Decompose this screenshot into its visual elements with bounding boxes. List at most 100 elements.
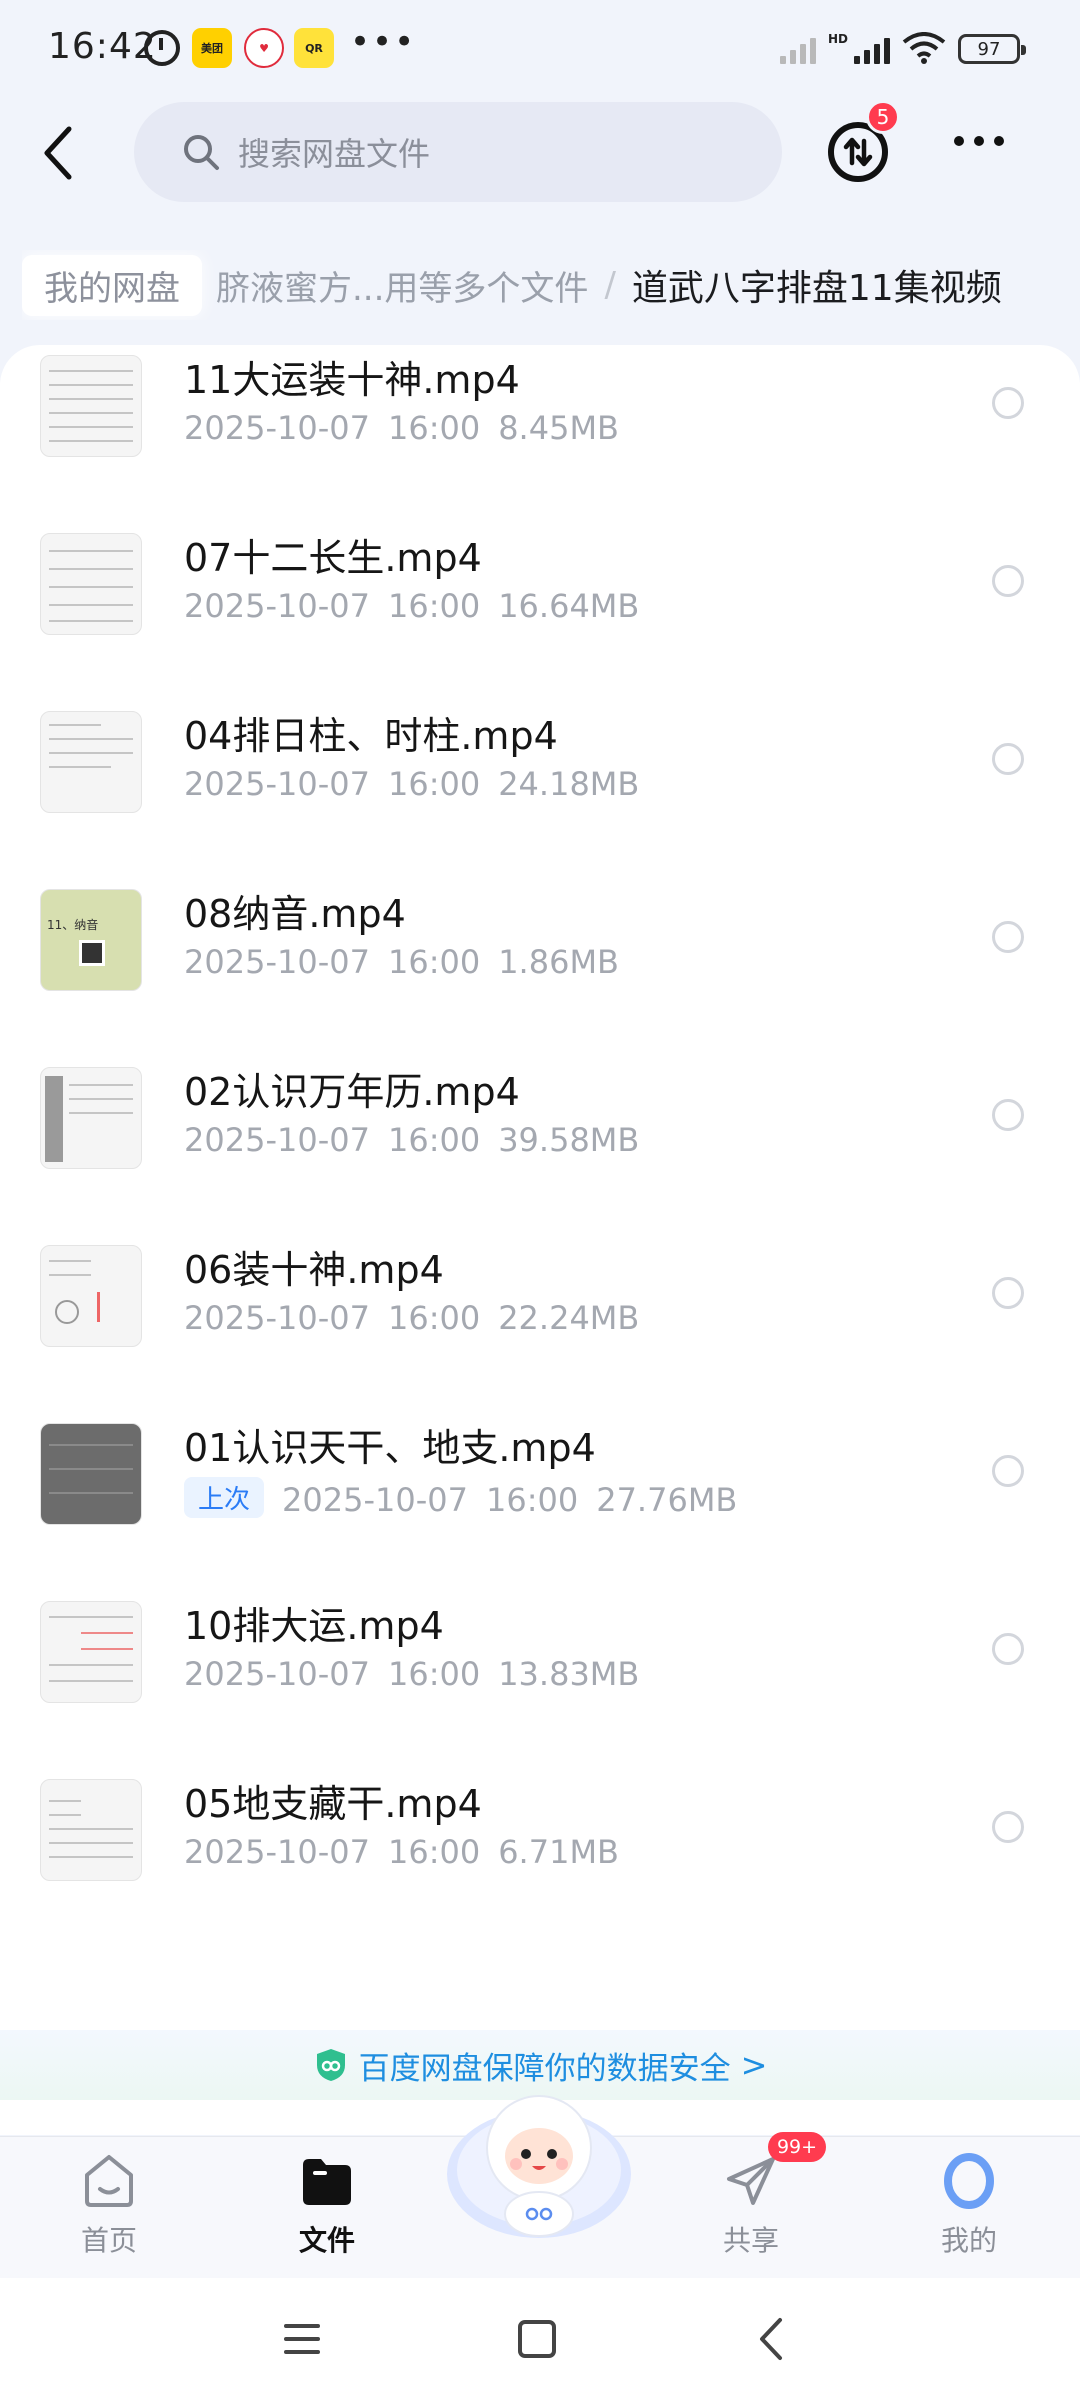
video-thumbnail xyxy=(40,1245,142,1347)
file-size: 1.86MB xyxy=(498,943,619,981)
select-checkbox[interactable] xyxy=(992,1633,1024,1665)
file-meta: 2025-10-07 16:00 24.18MB xyxy=(184,765,639,803)
search-icon xyxy=(184,135,219,170)
nav-home[interactable]: 首页 xyxy=(34,2151,184,2271)
shield-icon xyxy=(316,2049,345,2081)
chevron-right-icon: > xyxy=(740,2046,768,2084)
system-back-button[interactable] xyxy=(756,2316,786,2362)
file-name: 11大运装十神.mp4 xyxy=(184,358,520,402)
select-checkbox[interactable] xyxy=(992,743,1024,775)
select-checkbox[interactable] xyxy=(992,1811,1024,1843)
file-time: 16:00 xyxy=(387,1655,481,1693)
file-size: 6.71MB xyxy=(498,1833,619,1871)
breadcrumb: 我的网盘 脐液蜜方...用等多个文件 / 道武八字排盘11集视频 xyxy=(22,250,1080,320)
transfer-arrows-icon xyxy=(843,137,873,167)
file-date: 2025-10-07 xyxy=(184,1833,370,1871)
alarm-icon xyxy=(144,30,180,66)
breadcrumb-middle[interactable]: 脐液蜜方...用等多个文件 xyxy=(216,261,588,310)
file-size: 39.58MB xyxy=(498,1121,640,1159)
thumbnail-title: 11、纳音 xyxy=(47,918,99,932)
file-meta: 2025-10-07 16:00 16.64MB xyxy=(184,587,639,625)
file-size: 16.64MB xyxy=(498,587,640,625)
file-name: 05地支藏干.mp4 xyxy=(184,1782,482,1826)
video-thumbnail xyxy=(40,1423,142,1525)
file-meta: 2025-10-07 16:00 39.58MB xyxy=(184,1121,639,1159)
file-date: 2025-10-07 xyxy=(184,1299,370,1337)
file-row[interactable]: 05地支藏干.mp4 2025-10-07 16:00 6.71MB xyxy=(0,1769,1080,1947)
file-meta: 2025-10-07 16:00 13.83MB xyxy=(184,1655,639,1693)
nav-share-label: 共享 xyxy=(722,2224,779,2257)
breadcrumb-root[interactable]: 我的网盘 xyxy=(22,254,202,316)
file-date: 2025-10-07 xyxy=(184,1121,370,1159)
share-count-badge: 99+ xyxy=(768,2132,826,2162)
file-time: 16:00 xyxy=(387,1121,481,1159)
file-date: 2025-10-07 xyxy=(184,587,370,625)
more-menu-button[interactable] xyxy=(954,136,1004,146)
file-row[interactable]: 07十二长生.mp4 2025-10-07 16:00 16.64MB xyxy=(0,523,1080,701)
home-button[interactable] xyxy=(518,2320,556,2358)
dot-icon xyxy=(954,136,964,146)
back-button[interactable] xyxy=(34,118,84,188)
video-thumbnail: 11、纳音 xyxy=(40,889,142,991)
video-thumbnail xyxy=(40,1067,142,1169)
file-size: 8.45MB xyxy=(498,409,619,447)
file-time: 16:00 xyxy=(387,765,481,803)
qr-code-icon xyxy=(79,940,105,966)
status-bar: 16:42 美团 ♥ QR ••• HD 97 xyxy=(0,0,1080,100)
search-placeholder: 搜索网盘文件 xyxy=(238,135,431,173)
folder-icon xyxy=(303,2159,351,2205)
file-row[interactable]: 02认识万年历.mp4 2025-10-07 16:00 39.58MB xyxy=(0,1057,1080,1235)
chevron-left-icon xyxy=(44,126,72,180)
select-checkbox[interactable] xyxy=(992,921,1024,953)
file-row[interactable]: 06装十神.mp4 2025-10-07 16:00 22.24MB xyxy=(0,1235,1080,1413)
hd-label: HD xyxy=(827,32,848,46)
select-checkbox[interactable] xyxy=(992,1099,1024,1131)
home-icon xyxy=(85,2155,133,2207)
video-thumbnail xyxy=(40,1601,142,1703)
file-size: 24.18MB xyxy=(498,765,640,803)
wifi-icon xyxy=(902,32,946,64)
file-meta: 2025-10-07 16:00 8.45MB xyxy=(184,409,619,447)
signal-1-icon xyxy=(779,34,816,64)
select-checkbox[interactable] xyxy=(992,1455,1024,1487)
file-date: 2025-10-07 xyxy=(184,409,370,447)
select-checkbox[interactable] xyxy=(992,1277,1024,1309)
file-row[interactable]: 11大运装十神.mp4 2025-10-07 16:00 8.45MB xyxy=(0,345,1080,523)
file-name: 10排大运.mp4 xyxy=(184,1604,444,1648)
transfer-count-badge: 5 xyxy=(866,100,900,134)
video-thumbnail xyxy=(40,711,142,813)
ai-assistant-button[interactable] xyxy=(444,2082,634,2252)
file-time: 16:00 xyxy=(485,1481,579,1519)
nav-files[interactable]: 文件 xyxy=(252,2151,402,2271)
file-name: 04排日柱、时柱.mp4 xyxy=(184,714,558,758)
file-row[interactable]: 11、纳音 08纳音.mp4 2025-10-07 16:00 1.86MB xyxy=(0,879,1080,1057)
file-row[interactable]: 04排日柱、时柱.mp4 2025-10-07 16:00 24.18MB xyxy=(0,701,1080,879)
select-checkbox[interactable] xyxy=(992,387,1024,419)
file-time: 16:00 xyxy=(387,943,481,981)
nav-mine[interactable]: 我的 xyxy=(894,2151,1044,2271)
nav-share[interactable]: 共享 xyxy=(676,2151,826,2271)
select-checkbox[interactable] xyxy=(992,565,1024,597)
file-row[interactable]: 01认识天干、地支.mp4 上次 2025-10-07 16:00 27.76MB xyxy=(0,1413,1080,1591)
system-navigation-bar xyxy=(0,2278,1080,2400)
file-meta: 2025-10-07 16:00 6.71MB xyxy=(184,1833,619,1871)
file-name: 08纳音.mp4 xyxy=(184,892,406,936)
paper-plane-icon xyxy=(727,2157,775,2205)
dot-icon xyxy=(994,136,1004,146)
video-thumbnail xyxy=(40,1779,142,1881)
profile-ring-icon xyxy=(944,2153,994,2209)
file-name: 02认识万年历.mp4 xyxy=(184,1070,520,1114)
file-meta: 上次 2025-10-07 16:00 27.76MB xyxy=(184,1477,737,1519)
search-input[interactable]: 搜索网盘文件 xyxy=(134,102,782,202)
file-name: 06装十神.mp4 xyxy=(184,1248,444,1292)
file-meta: 2025-10-07 16:00 22.24MB xyxy=(184,1299,639,1337)
video-thumbnail xyxy=(40,533,142,635)
file-row[interactable]: 10排大运.mp4 2025-10-07 16:00 13.83MB xyxy=(0,1591,1080,1769)
heart-notification-icon: ♥ xyxy=(244,28,284,68)
file-list: 11大运装十神.mp4 2025-10-07 16:00 8.45MB 07十二长生… xyxy=(0,345,1080,2135)
recent-apps-button[interactable] xyxy=(284,2324,320,2363)
clock: 16:42 xyxy=(48,26,157,67)
file-time: 16:00 xyxy=(387,587,481,625)
breadcrumb-separator: / xyxy=(604,265,616,305)
more-notifications-icon: ••• xyxy=(350,22,417,62)
